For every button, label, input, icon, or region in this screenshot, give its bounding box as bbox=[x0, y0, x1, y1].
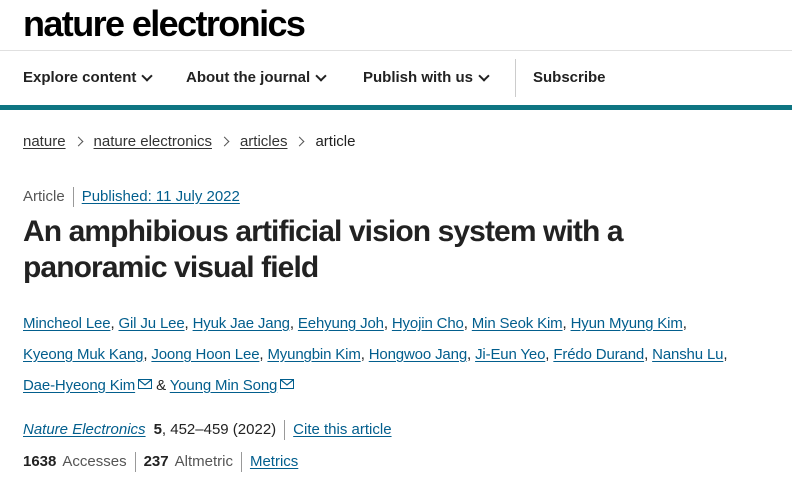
citation-divider bbox=[284, 420, 286, 441]
author-link[interactable]: Eehyung Joh bbox=[298, 315, 384, 332]
nav-about-journal[interactable]: About the journal bbox=[186, 51, 327, 105]
journal-link[interactable]: Nature Electronics bbox=[23, 421, 146, 438]
nav-accent-bar bbox=[0, 105, 792, 110]
mail-icon[interactable] bbox=[280, 379, 295, 389]
published-date-link[interactable]: Published: 11 July 2022 bbox=[82, 188, 240, 205]
breadcrumb-link-nature-electronics[interactable]: nature electronics bbox=[94, 133, 212, 150]
article-title: An amphibious artificial vision system w… bbox=[23, 215, 624, 284]
author-link[interactable]: Nanshu Lu bbox=[652, 346, 723, 363]
nav-divider bbox=[515, 59, 516, 97]
breadcrumb-link-nature[interactable]: nature bbox=[23, 133, 66, 150]
metrics-link[interactable]: Metrics bbox=[250, 453, 298, 470]
nav-explore-content-label: Explore content bbox=[23, 69, 137, 86]
article-meta: Article Published: 11 July 2022 bbox=[23, 186, 240, 208]
citation-line: Nature Electronics 5, 452–459 (2022) Cite … bbox=[23, 419, 392, 441]
cite-article-link[interactable]: Cite this article bbox=[293, 421, 391, 438]
altmetric-label: Altmetric bbox=[174, 453, 233, 470]
author-link[interactable]: Hyojin Cho bbox=[392, 315, 464, 332]
chevron-right-icon bbox=[219, 136, 230, 146]
chevron-right-icon bbox=[73, 136, 83, 146]
nav-subscribe[interactable]: Subscribe bbox=[533, 51, 606, 105]
author-link[interactable]: Gil Ju Lee bbox=[118, 315, 184, 332]
author-link[interactable]: Dae-Hyeong Kim bbox=[23, 377, 135, 394]
chevron-down-icon bbox=[315, 70, 327, 82]
author-link[interactable]: Min Seok Kim bbox=[472, 315, 563, 332]
breadcrumb-current: article bbox=[315, 133, 356, 150]
author-link[interactable]: Hyun Myung Kim bbox=[571, 315, 683, 332]
metrics-line: 1638 Accesses 237 Altmetric Metrics bbox=[23, 451, 298, 473]
accesses-count: 1638 bbox=[23, 453, 57, 470]
nav-explore-content[interactable]: Explore content bbox=[23, 51, 154, 105]
chevron-right-icon bbox=[295, 136, 305, 146]
author-link[interactable]: Joong Hoon Lee bbox=[151, 346, 259, 363]
author-list: Mincheol Lee, Gil Ju Lee, Hyuk Jae Jang,… bbox=[23, 315, 728, 394]
main-nav: Explore content About the journal Publis… bbox=[0, 51, 792, 105]
author-link[interactable]: Hyuk Jae Jang bbox=[193, 315, 290, 332]
breadcrumb: nature nature electronics articles article bbox=[23, 131, 355, 153]
author-link[interactable]: Young Min Song bbox=[170, 377, 278, 394]
breadcrumb-link-articles[interactable]: articles bbox=[240, 133, 288, 150]
author-link[interactable]: Myungbin Kim bbox=[267, 346, 360, 363]
author-link[interactable]: Mincheol Lee bbox=[23, 315, 111, 332]
chevron-down-icon bbox=[141, 70, 154, 82]
author-link[interactable]: Frédo Durand bbox=[553, 346, 644, 363]
accesses-label: Accesses bbox=[62, 453, 127, 470]
author-ampersand: & bbox=[156, 377, 167, 394]
mail-icon[interactable] bbox=[138, 379, 153, 389]
article-type: Article bbox=[23, 188, 65, 205]
altmetric-count: 237 bbox=[143, 453, 169, 470]
nav-publish-with-us[interactable]: Publish with us bbox=[363, 51, 490, 105]
author-link[interactable]: Hongwoo Jang bbox=[369, 346, 467, 363]
pages-year: , 452–459 (2022) bbox=[161, 421, 277, 438]
author-link[interactable]: Kyeong Muk Kang bbox=[23, 346, 143, 363]
metrics-divider bbox=[240, 452, 242, 473]
volume: 5 bbox=[153, 421, 162, 438]
nav-about-journal-label: About the journal bbox=[186, 69, 311, 86]
nav-publish-with-us-label: Publish with us bbox=[363, 69, 474, 86]
metrics-divider bbox=[134, 452, 136, 473]
chevron-down-icon bbox=[478, 70, 490, 82]
meta-divider bbox=[72, 187, 74, 208]
author-link[interactable]: Ji-Eun Yeo bbox=[475, 346, 545, 363]
site-logo[interactable]: nature electronics bbox=[23, 2, 306, 46]
